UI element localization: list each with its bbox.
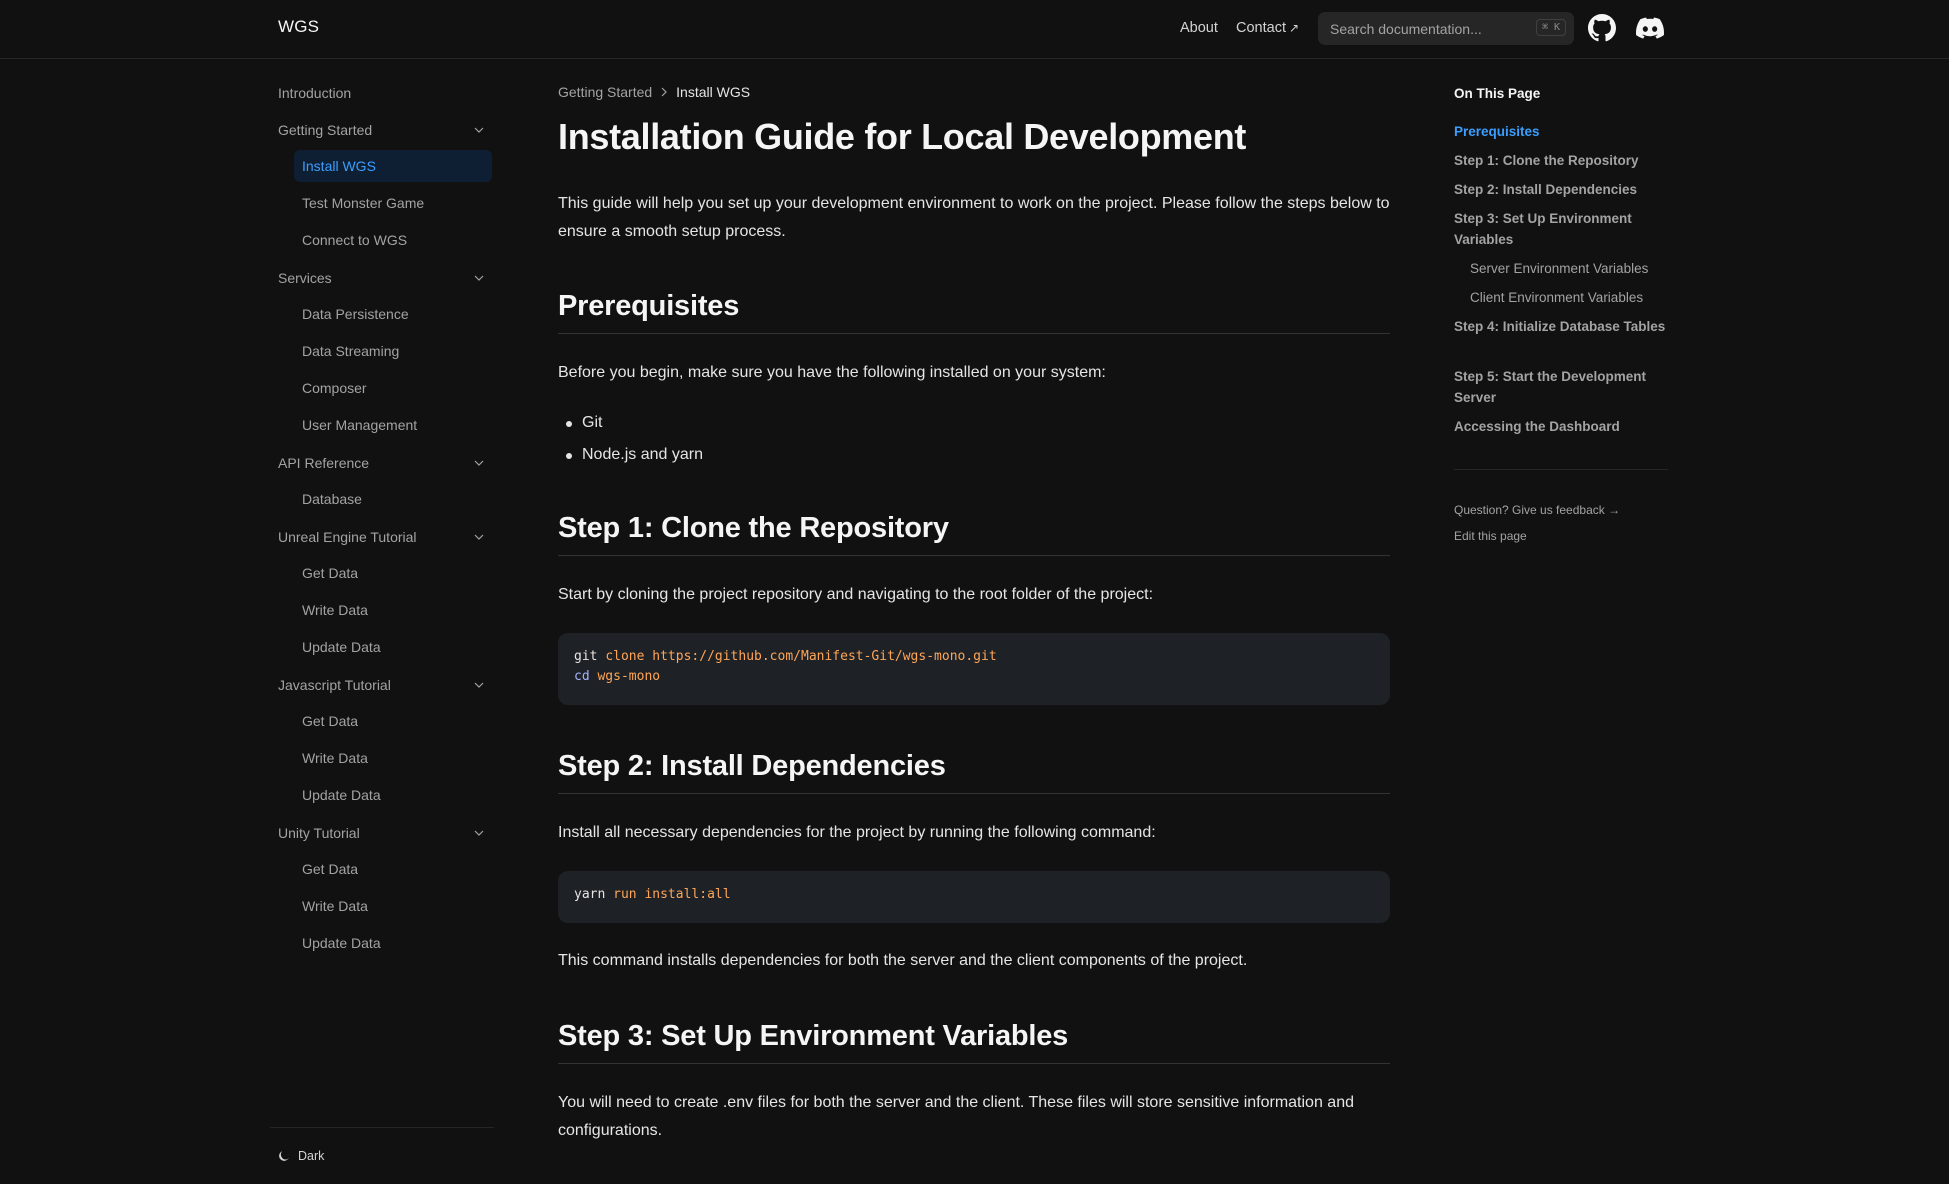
sidebar-group-label: Unreal Engine Tutorial (278, 529, 417, 545)
chevron-down-icon (474, 275, 484, 281)
sidebar-group-api-reference[interactable]: API Reference (278, 449, 494, 477)
code-token: run (613, 887, 637, 902)
sidebar-item-install-wgs[interactable]: Install WGS (294, 150, 492, 182)
nav-contact-label: Contact (1236, 20, 1286, 36)
search-box[interactable]: ⌘ K (1318, 12, 1574, 45)
code-token: install:all (644, 887, 731, 902)
toc-link-dashboard[interactable]: Accessing the Dashboard (1454, 416, 1668, 437)
nav-contact-link[interactable]: Contact ↗ (1236, 20, 1299, 36)
sidebar-item-database[interactable]: Database (294, 483, 492, 515)
moon-icon (279, 1151, 289, 1161)
sidebar-item-javascript-update-data[interactable]: Update Data (294, 779, 492, 811)
step2-note: This command installs dependencies for b… (558, 952, 1248, 969)
chevron-right-icon (661, 87, 668, 97)
code-block-install[interactable]: yarn run install:all (558, 871, 1390, 923)
search-input[interactable] (1330, 20, 1530, 37)
toc-link-step-3[interactable]: Step 3: Set Up Environment Variables (1454, 208, 1668, 250)
external-link-icon: ↗ (1288, 21, 1300, 35)
top-navbar: WGS About Contact↗ ⌘ K (0, 0, 1949, 59)
code-token: clone (605, 649, 645, 664)
code-line: cd wgs-mono (574, 667, 1374, 687)
sidebar-item-introduction[interactable]: Introduction (278, 79, 351, 107)
heading-step-2: Step 2: Install Dependencies (558, 750, 1390, 794)
sidebar-group-services[interactable]: Services (278, 264, 494, 292)
edit-page-link[interactable]: Edit this page (1454, 529, 1527, 543)
prereq-list: Git Node.js and yarn (566, 407, 703, 471)
toc-link-step-5[interactable]: Step 5: Start the Development Server (1454, 366, 1668, 408)
code-line: git clone https://github.com/Manifest-Gi… (574, 647, 1374, 667)
toc-link-step-4[interactable]: Step 4: Initialize Database Tables (1454, 316, 1668, 337)
breadcrumb-current: Install WGS (676, 84, 751, 100)
theme-toggle-button[interactable]: Dark (278, 1149, 324, 1163)
heading-prerequisites: Prerequisites (558, 290, 1390, 334)
toc-link-step-1[interactable]: Step 1: Clone the Repository (1454, 150, 1668, 171)
feedback-link[interactable]: Question? Give us feedback → (1454, 503, 1620, 517)
list-item: Node.js and yarn (566, 439, 703, 471)
code-token: wgs-mono (597, 669, 661, 684)
sidebar-item-unreal-update-data[interactable]: Update Data (294, 631, 492, 663)
page-title: Installation Guide for Local Development (558, 116, 1247, 157)
chevron-down-icon (474, 534, 484, 540)
chevron-down-icon (474, 460, 484, 466)
toc-link-step-2[interactable]: Step 2: Install Dependencies (1454, 179, 1668, 200)
chevron-down-icon (474, 830, 484, 836)
toc-divider (1454, 469, 1668, 470)
sidebar-item-unity-write-data[interactable]: Write Data (294, 890, 492, 922)
sidebar-group-unreal-engine-tutorial[interactable]: Unreal Engine Tutorial (278, 523, 494, 551)
toc-link-server-env[interactable]: Server Environment Variables (1470, 258, 1668, 279)
sidebar: Introduction Getting Started Install WGS… (270, 59, 494, 1184)
sidebar-item-test-monster-game[interactable]: Test Monster Game (294, 187, 492, 219)
theme-label: Dark (298, 1149, 325, 1163)
sidebar-item-unity-update-data[interactable]: Update Data (294, 927, 492, 959)
sidebar-group-getting-started[interactable]: Getting Started (278, 116, 494, 144)
breadcrumb: Getting Started Install WGS (558, 84, 750, 100)
step1-paragraph: Start by cloning the project repository … (558, 586, 1154, 603)
github-icon[interactable] (1588, 14, 1616, 42)
sidebar-group-label: Javascript Tutorial (278, 677, 391, 693)
sidebar-group-javascript-tutorial[interactable]: Javascript Tutorial (278, 671, 494, 699)
sidebar-group-label: Unity Tutorial (278, 825, 360, 841)
step3-paragraph: You will need to create .env files for b… (558, 1094, 1354, 1139)
intro-paragraph: This guide will help you set up your dev… (558, 195, 1390, 240)
step2-paragraph: Install all necessary dependencies for t… (558, 824, 1156, 841)
code-token: https://github.com/Manifest-Git/wgs-mono… (652, 649, 997, 664)
sidebar-group-label: Getting Started (278, 122, 373, 138)
chevron-down-icon (474, 127, 484, 133)
toc-link-client-env[interactable]: Client Environment Variables (1470, 287, 1668, 308)
toc-link-prerequisites[interactable]: Prerequisites (1454, 121, 1668, 142)
toc-title: On This Page (1454, 86, 1541, 101)
sidebar-group-label: API Reference (278, 455, 370, 471)
code-block-clone[interactable]: git clone https://github.com/Manifest-Gi… (558, 633, 1390, 705)
code-line: yarn run install:all (574, 885, 1374, 905)
sidebar-item-unreal-write-data[interactable]: Write Data (294, 594, 492, 626)
heading-step-1: Step 1: Clone the Repository (558, 512, 1390, 556)
sidebar-item-javascript-get-data[interactable]: Get Data (294, 705, 492, 737)
chevron-down-icon (474, 682, 484, 688)
code-token: cd (574, 669, 590, 684)
sidebar-item-user-management[interactable]: User Management (294, 409, 492, 441)
nav-about-link[interactable]: About (1180, 20, 1218, 36)
code-token: yarn (574, 887, 606, 902)
list-item: Git (566, 407, 703, 439)
sidebar-item-javascript-write-data[interactable]: Write Data (294, 742, 492, 774)
sidebar-item-data-persistence[interactable]: Data Persistence (294, 298, 492, 330)
sidebar-item-connect-to-wgs[interactable]: Connect to WGS (294, 224, 492, 256)
sidebar-footer-divider (270, 1127, 494, 1128)
code-token: git (574, 649, 598, 664)
breadcrumb-parent[interactable]: Getting Started (558, 84, 652, 100)
discord-icon[interactable] (1636, 14, 1665, 42)
sidebar-item-data-streaming[interactable]: Data Streaming (294, 335, 492, 367)
heading-step-3: Step 3: Set Up Environment Variables (558, 1020, 1390, 1064)
sidebar-item-composer[interactable]: Composer (294, 372, 492, 404)
sidebar-group-label: Services (278, 270, 332, 286)
prereq-paragraph: Before you begin, make sure you have the… (558, 364, 1106, 381)
logo[interactable]: WGS (278, 17, 319, 37)
sidebar-item-unreal-get-data[interactable]: Get Data (294, 557, 492, 589)
sidebar-item-unity-get-data[interactable]: Get Data (294, 853, 492, 885)
search-shortcut-badge: ⌘ K (1535, 19, 1566, 36)
sidebar-group-unity-tutorial[interactable]: Unity Tutorial (278, 819, 494, 847)
